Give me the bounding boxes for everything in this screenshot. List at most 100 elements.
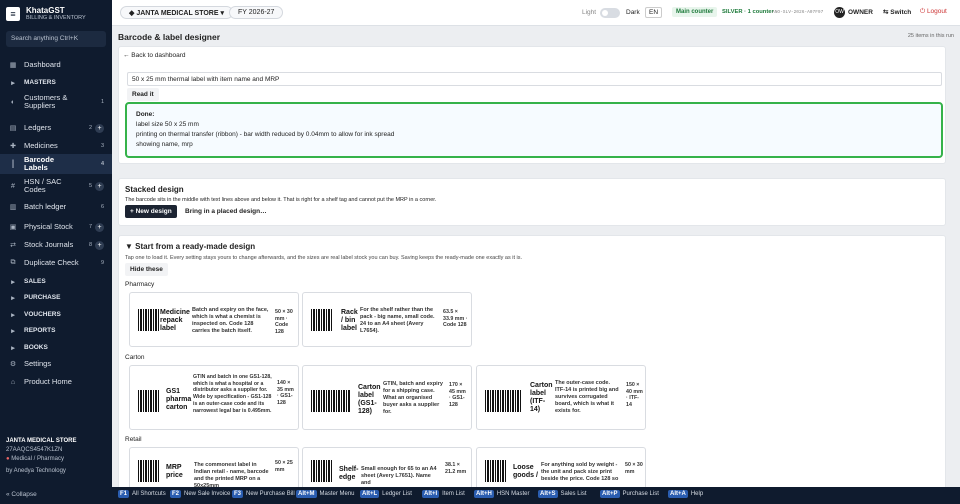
new-design-button[interactable]: + New design [125,205,177,218]
shortcut-label: Help [690,491,704,497]
sidebar-item-masters[interactable]: ▸ MASTERS [0,75,112,91]
add-icon[interactable]: + [95,123,104,133]
hide-these-button[interactable]: Hide these [125,263,168,276]
collapse-button[interactable]: « Collapse [6,491,37,498]
barcode-icon [138,390,160,412]
app-logo-icon: ≡ [6,7,20,21]
sidebar-item-stock-journals[interactable]: ⇄ Stock Journals 8 + [0,235,112,255]
sidebar-item-medicines[interactable]: ✚ Medicines 3 [0,138,112,154]
shortcut-item[interactable]: Alt+A Help [668,490,704,498]
template-tile[interactable]: Carton label (ITF-14) The outer-case cod… [476,365,646,430]
back-link[interactable]: ← Back to dashboard [123,52,186,59]
template-tile[interactable]: Medicine repack label Batch and expiry o… [129,292,299,347]
search-placeholder: Search anything [11,35,58,42]
avatar[interactable]: OW [834,7,845,18]
barcode-icon [138,309,160,331]
sidebar-item-ledgers[interactable]: ▤ Ledgers 2 + [0,120,112,136]
shortcut-key: Alt+M [296,490,317,498]
dark-label: Dark [626,9,640,16]
nav-icon: ◐ [10,98,16,106]
sidebar-item-dashboard[interactable]: ▦ Dashboard [0,57,112,73]
nav-count: 8 [88,242,92,248]
sidebar-item-barcode-labels[interactable]: ║ Barcode Labels 4 [0,154,112,174]
sidebar-item-duplicate-check[interactable]: ⧉ Duplicate Check 9 [0,253,112,273]
add-icon[interactable]: + [95,222,104,232]
company-selector[interactable]: ◆ JANTA MEDICAL STORE ▾ [120,6,233,19]
vendor-credit: by Anedya Technology [6,468,66,474]
sidebar-item-vouchers[interactable]: ▸ VOUCHERS [0,307,112,323]
template-name: Medicine repack label [160,309,190,332]
top-bar: ◆ JANTA MEDICAL STORE ▾ FY 2026-27 Light… [112,0,960,26]
template-size: 50 × 30 mm [625,462,643,475]
shortcut-label: Sales List [560,491,587,497]
shortcut-key: Alt+L [360,490,380,498]
sidebar-item-sales[interactable]: ▸ SALES [0,274,112,290]
label-request-input[interactable]: 50 x 25 mm thermal label with item name … [127,72,942,86]
logout-button[interactable]: ⏻ Logout [920,8,947,16]
sidebar-item-physical-stock[interactable]: ▣ Physical Stock 7 + [0,217,112,237]
sidebar-item-purchase[interactable]: ▸ PURCHASE [0,290,112,306]
nav-icon: ▥ [9,204,17,211]
sidebar-item-label: Barcode Labels [24,155,55,172]
sidebar-item-reports[interactable]: ▸ REPORTS [0,323,112,339]
nav-count: 4 [100,161,104,167]
sidebar-item-hsn-sac-codes[interactable]: # HSN / SAC Codes 5 + [0,176,112,196]
nav-icon: ▸ [11,80,15,87]
company-selector-label: JANTA MEDICAL STORE [136,10,219,17]
shortcut-item[interactable]: F1 All Shortcuts [118,490,166,498]
counter-badge: Main counter [672,7,718,17]
barcode-icon [138,460,160,482]
stacked-desc: The barcode sits in the middle with text… [125,197,437,203]
ready-made-toggle[interactable]: ▼ Start from a ready-made design [125,242,255,251]
template-name: GS1 pharma carton [166,388,192,411]
nav-icon: ▸ [11,295,15,302]
light-label: Light [582,9,597,16]
sidebar-item-product-home[interactable]: ⌂ Product Home [0,374,112,390]
nav-icon: ▦ [9,62,17,69]
shortcut-key: Alt+S [538,490,558,498]
search-input[interactable]: Search anything Ctrl+K [6,31,106,47]
nav-icon: ⌂ [10,378,16,386]
sidebar-item-books[interactable]: ▸ BOOKS [0,340,112,356]
nav-icon: ║ [10,160,16,168]
template-tile[interactable]: Rack / bin label For the shelf rather th… [302,292,472,347]
done-line: label size 50 x 25 mm [136,121,199,128]
shortcut-item[interactable]: Alt+P Purchase List [600,490,659,498]
sidebar: ≡ KhataGST BILLING & INVENTORY Search an… [0,0,112,504]
add-icon[interactable]: + [95,240,104,250]
parse-result: Done: label size 50 x 25 mm printing on … [125,102,943,158]
template-desc: Small enough for 65 to an A4 sheet (Aver… [361,466,437,486]
bring-placed-design-button[interactable]: Bring in a placed design… [180,205,272,218]
fy-selector[interactable]: FY 2026-27 [229,6,284,19]
plan-badge: SILVER · 1 counter [722,9,774,15]
shortcut-item[interactable]: Alt+S Sales List [538,490,587,498]
nav-icon: ⇄ [10,242,16,249]
language-selector[interactable]: EN [645,7,663,18]
shortcut-item[interactable]: F3 New Purchase Bill [232,490,295,498]
read-it-button[interactable]: Read it [127,88,159,101]
shortcut-item[interactable]: Alt+I Item List [422,490,465,498]
template-size: 38.1 × 21.2 mm [445,462,467,475]
sidebar-item-batch-ledger[interactable]: ▥ Batch ledger 6 [0,199,112,215]
sidebar-item-label: Physical Stock [24,222,73,231]
sidebar-item-settings[interactable]: ⚙ Settings [0,356,112,372]
nav-count: 3 [100,143,104,149]
brand: ≡ KhataGST BILLING & INVENTORY [6,6,86,22]
template-tile[interactable]: GS1 pharma carton GTIN and batch in one … [129,365,299,430]
shortcut-item[interactable]: Alt+M Master Menu [296,490,355,498]
page-title: Barcode & label designer [118,32,221,42]
sidebar-item-customers-suppliers[interactable]: ◐ Customers & Suppliers 1 [0,92,112,112]
switch-button[interactable]: ⇆ Switch [883,8,911,16]
shortcut-item[interactable]: F2 New Sale Invoice [170,490,230,498]
barcode-icon [311,309,333,331]
add-icon[interactable]: + [95,181,104,191]
template-name: Carton label (GS1-128) [358,384,381,415]
nav-count: 9 [100,260,104,266]
theme-toggle[interactable] [600,8,620,18]
stacked-title: Stacked design [125,185,184,194]
app-tagline: BILLING & INVENTORY [26,15,86,21]
template-tile[interactable]: Carton label (GS1-128) GTIN, batch and e… [302,365,472,430]
shortcut-item[interactable]: Alt+H HSN Master [474,490,530,498]
template-name: Shelf-edge [339,466,359,481]
shortcut-item[interactable]: Alt+L Ledger List [360,490,412,498]
